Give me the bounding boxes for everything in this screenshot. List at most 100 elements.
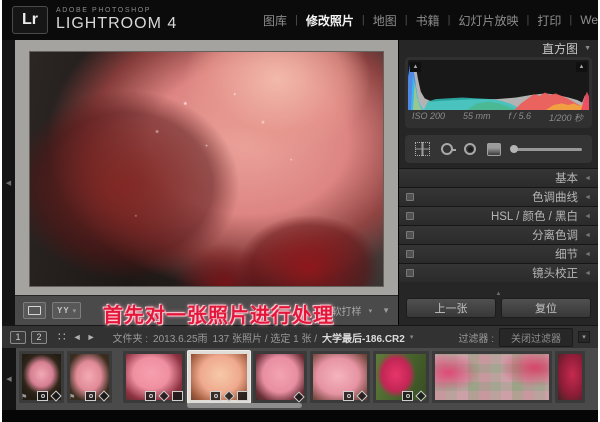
panel-split-toning[interactable]: 分离色调 ◄: [399, 225, 598, 244]
expand-filmstrip-icon[interactable]: ◀: [6, 375, 11, 383]
adjustments-badge-icon[interactable]: [50, 390, 61, 401]
panel-footer: ▲ 上一张 复位: [399, 289, 598, 325]
thumbnail-image: [558, 354, 582, 400]
module-map[interactable]: 地图: [373, 12, 397, 29]
histogram-plot[interactable]: ▲ ▲: [408, 60, 589, 110]
panel-label: 分离色调: [532, 227, 578, 243]
folder-label: 文件夹 :: [112, 330, 148, 345]
metadata-badge-icon[interactable]: [172, 391, 183, 401]
collapse-arrow-icon: ◄: [584, 194, 591, 201]
module-slideshow[interactable]: 幻灯片放映: [458, 12, 518, 29]
module-web[interactable]: We: [580, 13, 598, 27]
module-print[interactable]: 打印: [537, 12, 561, 29]
panel-collapse-icon[interactable]: ▲: [406, 291, 591, 297]
menu-separator: |: [569, 14, 572, 26]
adjustments-badge-icon[interactable]: [223, 390, 234, 401]
annotation-text: 首先对一张照片进行处理: [103, 299, 334, 328]
graduated-filter-icon[interactable]: [487, 143, 501, 156]
exif-aperture: f / 5.6: [508, 111, 531, 124]
selected-file-name: 大学最后-186.CR2: [322, 330, 405, 345]
panel-lens-corrections[interactable]: 镜头校正 ◄: [399, 263, 598, 282]
panel-hsl-color-bw[interactable]: HSL / 颜色 / 黑白 ◄: [399, 206, 598, 225]
crop-badge-icon[interactable]: [145, 391, 156, 401]
thumbnail-8-censored[interactable]: [432, 351, 552, 403]
collapse-arrow-icon: ◄: [584, 251, 591, 258]
grid-view-icon[interactable]: ∷: [58, 330, 66, 344]
collapse-arrow-icon: ◄: [584, 270, 591, 277]
logo-text: Lr: [22, 11, 38, 29]
toolbar-options-icon[interactable]: ▼: [382, 306, 390, 315]
panel-toggle[interactable]: [406, 193, 414, 201]
adjustments-badge-icon[interactable]: [293, 391, 304, 402]
panel-toggle[interactable]: [406, 212, 414, 220]
filmstrip: ◀ ⚑ ⚑: [2, 348, 598, 410]
adjustments-badge-icon[interactable]: [158, 390, 169, 401]
shadow-clipping-indicator[interactable]: ▲: [410, 62, 421, 72]
red-eye-icon[interactable]: [464, 143, 476, 155]
thumbnail-9[interactable]: [555, 351, 585, 403]
adjustments-badge-icon[interactable]: [415, 390, 426, 401]
panel-toggle[interactable]: [406, 269, 414, 277]
filter-label: 过滤器 :: [458, 330, 494, 345]
crop-badge-icon[interactable]: [343, 391, 354, 401]
module-picker: 图库 | 修改照片 | 地图 | 书籍 | 幻灯片放映 | 打印 | We: [263, 12, 598, 29]
panel-toggle[interactable]: [406, 231, 414, 239]
thumbnail-5[interactable]: [253, 351, 307, 403]
flag-icon: ⚑: [69, 394, 75, 401]
expand-left-panel-icon[interactable]: ◀: [6, 179, 11, 187]
before-after-button[interactable]: YY ▾: [52, 302, 81, 319]
filmstrip-scrollbar[interactable]: [187, 403, 302, 408]
module-library[interactable]: 图库: [263, 12, 287, 29]
panel-detail[interactable]: 细节 ◄: [399, 244, 598, 263]
spot-removal-icon[interactable]: [441, 143, 453, 155]
crop-badge-icon[interactable]: [210, 391, 221, 401]
loupe-view-icon: [28, 306, 41, 315]
panel-toggle[interactable]: [406, 250, 414, 258]
thumbnail-7[interactable]: [373, 351, 429, 403]
thumbnail-4-selected[interactable]: [188, 351, 250, 403]
source-indicator[interactable]: 文件夹 : 2013.6.25雨 137 张照片 / 选定 1 张 / 大学最后…: [112, 330, 413, 345]
panel-label: 色调曲线: [532, 189, 578, 205]
panel-tone-curve[interactable]: 色调曲线 ◄: [399, 187, 598, 206]
crop-badge-icon[interactable]: [402, 391, 413, 401]
panel-label: HSL / 颜色 / 黑白: [491, 208, 578, 224]
lightroom-logo: Lr: [12, 6, 48, 34]
thumbnail-2[interactable]: ⚑: [67, 351, 112, 403]
adjustments-badge-icon[interactable]: [356, 390, 367, 401]
thumbnail-6[interactable]: [310, 351, 370, 403]
monitor-1-button[interactable]: 1: [10, 331, 26, 344]
filter-dropdown[interactable]: 关闭过滤器: [499, 328, 573, 347]
brand-line-large: LIGHTROOM 4: [56, 15, 177, 33]
bottom-bar: [2, 410, 598, 422]
crop-tool-icon[interactable]: [415, 142, 430, 156]
monitor-2-button[interactable]: 2: [31, 331, 47, 344]
menu-separator: |: [362, 14, 365, 26]
brand-line-small: ADOBE PHOTOSHOP: [56, 7, 177, 15]
left-panel-collapsed[interactable]: ◀: [2, 40, 15, 325]
thumbnail-1[interactable]: ⚑: [19, 351, 64, 403]
module-develop[interactable]: 修改照片: [306, 12, 354, 29]
forward-arrow-icon[interactable]: ►: [87, 332, 96, 342]
loupe-view-button[interactable]: [23, 302, 46, 319]
crop-badge-icon[interactable]: [37, 391, 48, 401]
reset-button[interactable]: 复位: [501, 298, 591, 318]
highlight-clipping-indicator[interactable]: ▲: [576, 62, 587, 72]
metadata-badge-icon[interactable]: [237, 391, 248, 401]
filter-dropdown-icon[interactable]: ▾: [578, 331, 590, 343]
exif-shutter: 1/200 秒: [549, 111, 583, 124]
histogram-header[interactable]: 直方图 ▼: [399, 40, 598, 57]
adjustment-brush-slider[interactable]: [512, 148, 582, 151]
filmstrip-collapse-strip[interactable]: ◀: [2, 348, 16, 410]
adjustments-badge-icon[interactable]: [98, 390, 109, 401]
previous-button[interactable]: 上一张: [406, 298, 496, 318]
photo-rose[interactable]: [30, 52, 383, 286]
back-arrow-icon[interactable]: ◄: [73, 332, 82, 342]
crop-badge-icon[interactable]: [85, 391, 96, 401]
tool-strip: [405, 135, 592, 163]
collapse-arrow-icon: ◄: [584, 232, 591, 239]
thumbnail-image: [435, 354, 549, 400]
water-droplets-overlay: [30, 52, 383, 286]
module-book[interactable]: 书籍: [416, 12, 440, 29]
thumbnail-3[interactable]: [123, 351, 185, 403]
panel-basic[interactable]: 基本 ◄: [399, 168, 598, 187]
